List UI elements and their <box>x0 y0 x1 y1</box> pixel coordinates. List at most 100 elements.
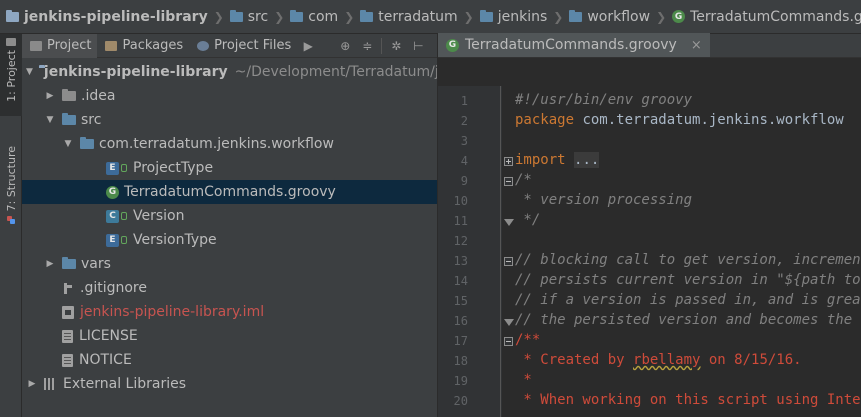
fold-expand-icon[interactable] <box>504 157 513 166</box>
breadcrumb-label: terradatum <box>378 8 458 25</box>
breadcrumb-item-jenkins[interactable]: jenkins <box>479 8 548 25</box>
breadcrumb-label: jenkins <box>497 8 548 25</box>
more-tabs-icon[interactable]: ▶ <box>300 38 316 54</box>
chevron-right-icon[interactable]: ▶ <box>26 379 38 389</box>
locate-file-icon[interactable]: ⊕ <box>337 38 353 54</box>
chevron-down-icon[interactable]: ▼ <box>26 67 33 77</box>
breadcrumb-item-workflow[interactable]: workflow <box>569 9 650 25</box>
package-folder-icon <box>80 137 94 149</box>
breadcrumb-item-com[interactable]: com <box>290 9 338 25</box>
chevron-right-icon: ❯ <box>274 9 285 24</box>
line-number: 3 <box>460 134 468 148</box>
tool-tab-project[interactable]: 1: Project <box>0 34 22 116</box>
code-line-16: // the persisted version and becomes the <box>515 312 853 328</box>
chevron-down-icon[interactable]: ▼ <box>44 115 56 125</box>
breadcrumb-item-file[interactable]: G TerradatumCommands.groovy <box>672 9 861 25</box>
editor-gutter: 1 2 3 4 9 10 11 12 13 14 15 16 17 18 19 … <box>438 86 502 417</box>
tree-item-version[interactable]: C Version <box>22 204 437 228</box>
fold-collapse-icon[interactable] <box>504 337 513 346</box>
folder-icon <box>229 9 243 22</box>
tree-label: Version <box>133 208 185 224</box>
tree-label: com.terradatum.jenkins.workflow <box>99 136 334 152</box>
editor-tab-terradatumcommands[interactable]: G TerradatumCommands.groovy × <box>438 33 710 57</box>
fold-collapse-icon[interactable] <box>504 177 513 186</box>
module-file-icon <box>62 305 74 319</box>
fold-end-icon[interactable] <box>504 319 514 326</box>
tree-item-external-libraries[interactable]: ▶ External Libraries <box>22 372 437 396</box>
chevron-right-icon: ❯ <box>463 9 474 24</box>
chevron-right-icon: ❯ <box>344 9 355 24</box>
collapse-all-icon[interactable]: ≑ <box>359 38 375 54</box>
breadcrumb-label: TerradatumCommands.groovy <box>690 8 861 25</box>
fold-end-icon[interactable] <box>504 219 514 226</box>
chevron-right-icon[interactable]: ▶ <box>44 259 56 269</box>
tree-item-src[interactable]: ▼ src <box>22 108 437 132</box>
library-icon <box>44 378 57 390</box>
gear-icon[interactable]: ✲ <box>388 38 404 54</box>
tree-label: jenkins-pipeline-library.iml <box>80 304 265 320</box>
tab-project-files[interactable]: Project Files <box>189 34 297 58</box>
chevron-right-icon: ❯ <box>553 9 564 24</box>
tree-item-vars[interactable]: ▶ vars <box>22 252 437 276</box>
tab-project[interactable]: Project <box>22 33 98 58</box>
groovy-file-icon: G <box>672 10 686 23</box>
line-number: 1 <box>460 94 468 108</box>
breadcrumb-label: com <box>308 8 339 25</box>
code-text: * Created by <box>515 352 634 368</box>
tree-label: External Libraries <box>63 376 186 392</box>
groovy-file-icon: G <box>446 38 459 52</box>
tool-tab-structure[interactable]: 7: Structure <box>0 142 22 242</box>
structure-icon <box>6 215 16 225</box>
lock-icon <box>121 212 127 220</box>
line-number: 18 <box>453 354 468 368</box>
tree-item-notice[interactable]: NOTICE <box>22 348 437 372</box>
code-line-20: * When working on this script using Inte <box>515 392 861 408</box>
project-files-icon <box>197 40 210 51</box>
code-editor[interactable]: #!/usr/bin/env groovy package com.terrad… <box>502 86 861 417</box>
tab-packages[interactable]: Packages <box>97 34 189 58</box>
folder-icon <box>569 9 583 22</box>
code-line-19: * <box>515 372 532 388</box>
project-folder-icon <box>6 9 19 22</box>
code-line-14: // persists current version in "${path t… <box>515 272 861 288</box>
code-line-9: /* <box>515 172 532 188</box>
tree-item-projecttype[interactable]: E ProjectType <box>22 156 437 180</box>
code-line-15: // if a version is passed in, and is gre… <box>515 292 861 308</box>
close-icon[interactable]: × <box>691 38 702 53</box>
hide-panel-icon[interactable]: ⊢ <box>410 38 426 54</box>
line-number: 19 <box>453 374 468 388</box>
code-line-10: * version processing <box>515 192 693 208</box>
tool-window-strip: 1: Project 7: Structure <box>0 34 22 417</box>
chevron-right-icon: ❯ <box>213 9 224 24</box>
project-tree: ▼ jenkins-pipeline-library ~/Development… <box>22 58 437 417</box>
line-number: 20 <box>453 394 468 408</box>
breadcrumb-item-terradatum[interactable]: terradatum <box>360 8 458 25</box>
tree-item-license[interactable]: LICENSE <box>22 324 437 348</box>
tree-item-iml[interactable]: jenkins-pipeline-library.iml <box>22 300 437 324</box>
git-file-icon <box>62 282 74 295</box>
code-text: com.terradatum.jenkins.workflow <box>574 112 844 128</box>
chevron-down-icon[interactable]: ▼ <box>62 139 74 149</box>
tree-item-versiontype[interactable]: E VersionType <box>22 228 437 252</box>
tree-item-idea[interactable]: ▶ .idea <box>22 84 437 108</box>
tab-label: Project Files <box>214 38 292 53</box>
breadcrumb-item-project[interactable]: jenkins-pipeline-library <box>6 9 208 25</box>
editor-breadcrumb-strip <box>438 58 861 86</box>
tree-item-root[interactable]: ▼ jenkins-pipeline-library ~/Development… <box>22 60 437 84</box>
chevron-right-icon[interactable]: ▶ <box>44 91 56 101</box>
folded-region[interactable]: ... <box>574 152 600 168</box>
tree-item-gitignore[interactable]: .gitignore <box>22 276 437 300</box>
keyword: import <box>515 152 566 168</box>
code-line-18: * Created by rbellamy on 8/15/16. <box>515 352 802 368</box>
tree-item-terradatumcommands[interactable]: G TerradatumCommands.groovy <box>22 180 437 204</box>
fold-collapse-icon[interactable] <box>504 257 513 266</box>
tab-label: Packages <box>122 38 184 53</box>
chevron-right-icon: ❯ <box>656 9 667 24</box>
breadcrumb-item-src[interactable]: src <box>229 9 268 25</box>
code-text: on 8/15/16. <box>700 352 802 368</box>
line-number: 10 <box>453 194 468 208</box>
tree-item-package[interactable]: ▼ com.terradatum.jenkins.workflow <box>22 132 437 156</box>
tree-label: TerradatumCommands.groovy <box>124 184 336 200</box>
line-number: 15 <box>453 294 468 308</box>
tab-label: Project <box>47 38 92 53</box>
